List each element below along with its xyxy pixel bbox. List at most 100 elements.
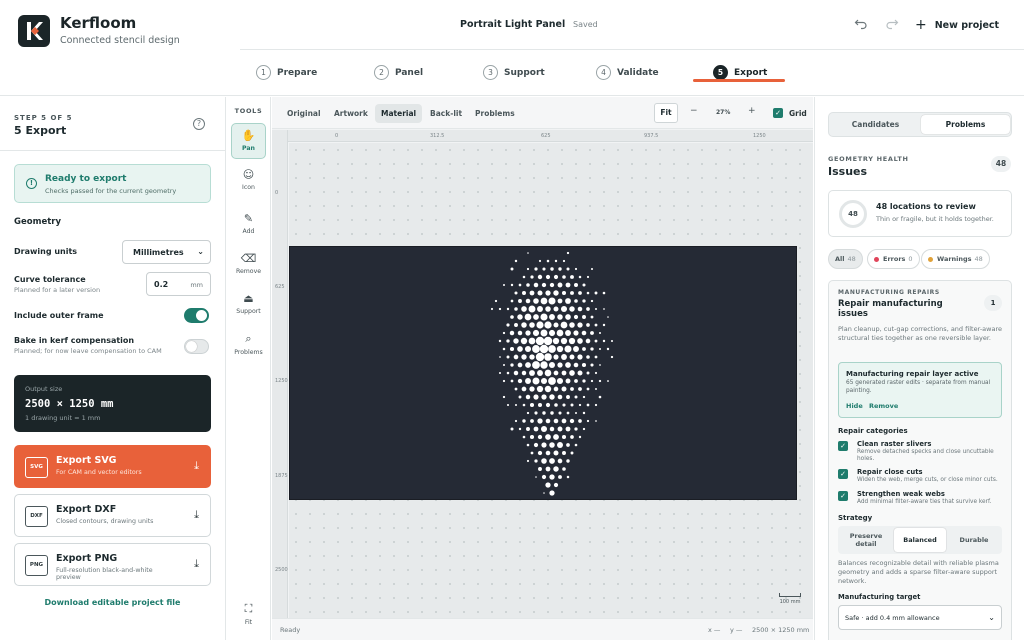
fit-button[interactable]: Fit (654, 103, 678, 123)
halftone-dot (557, 282, 563, 288)
design-canvas[interactable]: 100 mm (289, 143, 813, 618)
curve-tolerance-label: Curve tolerance (14, 275, 86, 284)
tab-problems[interactable]: Problems (469, 104, 521, 123)
halftone-dot (518, 395, 522, 399)
halftone-dot (570, 451, 574, 455)
tab-back-lit[interactable]: Back-lit (424, 104, 468, 123)
step-support[interactable]: 3 Support (483, 65, 545, 80)
checkbox-checked-icon[interactable]: ✓ (838, 491, 848, 501)
halftone-dot (554, 403, 558, 407)
halftone-dot (586, 371, 590, 375)
export-png-button[interactable]: PNG Export PNG Full-resolution black-and… (14, 543, 211, 586)
tab-material[interactable]: Material (375, 104, 423, 123)
tool-label: Pan (242, 145, 255, 152)
download-project-link[interactable]: Download editable project file (0, 598, 225, 607)
halftone-dot (549, 442, 555, 448)
halftone-dot (541, 442, 547, 448)
halftone-dot (590, 299, 594, 303)
tool-fit[interactable]: ⛶ Fit (231, 597, 266, 633)
halftone-dot (502, 331, 506, 335)
grid-checkbox[interactable]: ✓ (773, 108, 783, 118)
repair-section-label: MANUFACTURING REPAIRS (838, 289, 940, 296)
halftone-dot (582, 379, 586, 383)
undo-icon[interactable] (853, 16, 869, 34)
tool-label: Icon (242, 184, 255, 191)
drawing-units-select[interactable]: Millimetres ⌄ (122, 240, 211, 264)
halftone-dot (557, 458, 563, 464)
halftone-dot (529, 290, 535, 296)
tool-remove[interactable]: ⌫ Remove (231, 247, 266, 283)
halftone-dot (517, 346, 523, 352)
strategy-balanced[interactable]: Balanced (894, 528, 946, 552)
halftone-dot (553, 450, 559, 456)
strategy-durable[interactable]: Durable (948, 528, 1000, 552)
halftone-dot (537, 290, 543, 296)
halftone-dot (532, 345, 540, 353)
halftone-dot (545, 450, 551, 456)
outer-frame-toggle[interactable] (184, 308, 209, 323)
halftone-dot (578, 291, 582, 295)
halftone-dot (539, 344, 549, 354)
halftone-dot (545, 290, 551, 296)
halftone-dot (540, 329, 548, 337)
filter-errors[interactable]: Errors 0 (867, 249, 920, 269)
halftone-dot (557, 314, 563, 320)
halftone-dot (549, 458, 555, 464)
halftone-dot (542, 411, 546, 415)
halftone-dot (606, 347, 610, 351)
halftone-dot (548, 345, 556, 353)
tool-label: Support (236, 308, 261, 315)
halftone-dot (582, 347, 586, 351)
tool-problems[interactable]: ⌕ Problems (231, 327, 266, 363)
checkbox-checked-icon[interactable]: ✓ (838, 469, 848, 479)
filter-all[interactable]: All 48 (828, 249, 863, 269)
export-dxf-button[interactable]: DXF Export DXF Closed contours, drawing … (14, 494, 211, 537)
tool-icon[interactable]: ☺ Icon (231, 163, 266, 199)
zoom-in-icon[interactable]: + (748, 106, 756, 116)
filter-warnings[interactable]: Warnings 48 (921, 249, 990, 269)
curve-tolerance-input[interactable]: 0.2 mm (146, 272, 211, 296)
checkbox-checked-icon[interactable]: ✓ (838, 441, 848, 451)
tab-artwork[interactable]: Artwork (328, 104, 374, 123)
halftone-dot (537, 434, 543, 440)
new-project-button[interactable]: + New project (915, 17, 999, 33)
halftone-dot (553, 482, 559, 488)
cursor-x: x — (708, 626, 721, 634)
tool-add[interactable]: ✎ Add (231, 207, 266, 243)
document-size: 2500 × 1250 mm (752, 626, 810, 634)
halftone-dot (526, 267, 530, 271)
step-number: 4 (596, 65, 611, 80)
remove-layer-link[interactable]: Remove (869, 402, 898, 410)
tab-candidates[interactable]: Candidates (831, 115, 920, 134)
step-export[interactable]: 5 Export (713, 65, 767, 80)
step-panel[interactable]: 2 Panel (374, 65, 423, 80)
halftone-dot (537, 274, 543, 280)
tab-problems[interactable]: Problems (921, 115, 1010, 134)
redo-icon[interactable] (884, 16, 900, 34)
halftone-dot (577, 354, 583, 360)
halftone-dot (570, 387, 574, 391)
halftone-dot (598, 395, 602, 399)
halftone-dot (558, 267, 562, 271)
halftone-dot (506, 339, 510, 343)
step-validate[interactable]: 4 Validate (596, 65, 659, 80)
unit-label: mm (190, 281, 203, 289)
manufacturing-target-select[interactable]: Safe · add 0.4 mm allowance ⌄ (838, 605, 1002, 630)
toggle-knob (196, 310, 207, 321)
tab-original[interactable]: Original (281, 104, 327, 123)
download-icon: ⤓ (194, 557, 199, 570)
zoom-out-icon[interactable]: − (690, 106, 698, 116)
export-svg-button[interactable]: SVG Export SVG For CAM and vector editor… (14, 445, 211, 488)
ruler-tick: 0 (335, 133, 339, 139)
step-prepare[interactable]: 1 Prepare (256, 65, 317, 80)
tool-support[interactable]: ⏏ Support (231, 287, 266, 323)
hide-layer-link[interactable]: Hide (846, 402, 863, 410)
help-icon[interactable]: ? (193, 118, 205, 130)
halftone-dot (521, 354, 527, 360)
strategy-preserve-detail[interactable]: Preserve detail (840, 528, 892, 552)
tool-pan[interactable]: ✋ Pan (231, 123, 266, 159)
project-title[interactable]: Portrait Light Panel (460, 19, 565, 30)
bake-kerf-toggle[interactable] (184, 339, 209, 354)
halftone-dot (602, 339, 606, 343)
halftone-dot (590, 267, 594, 271)
